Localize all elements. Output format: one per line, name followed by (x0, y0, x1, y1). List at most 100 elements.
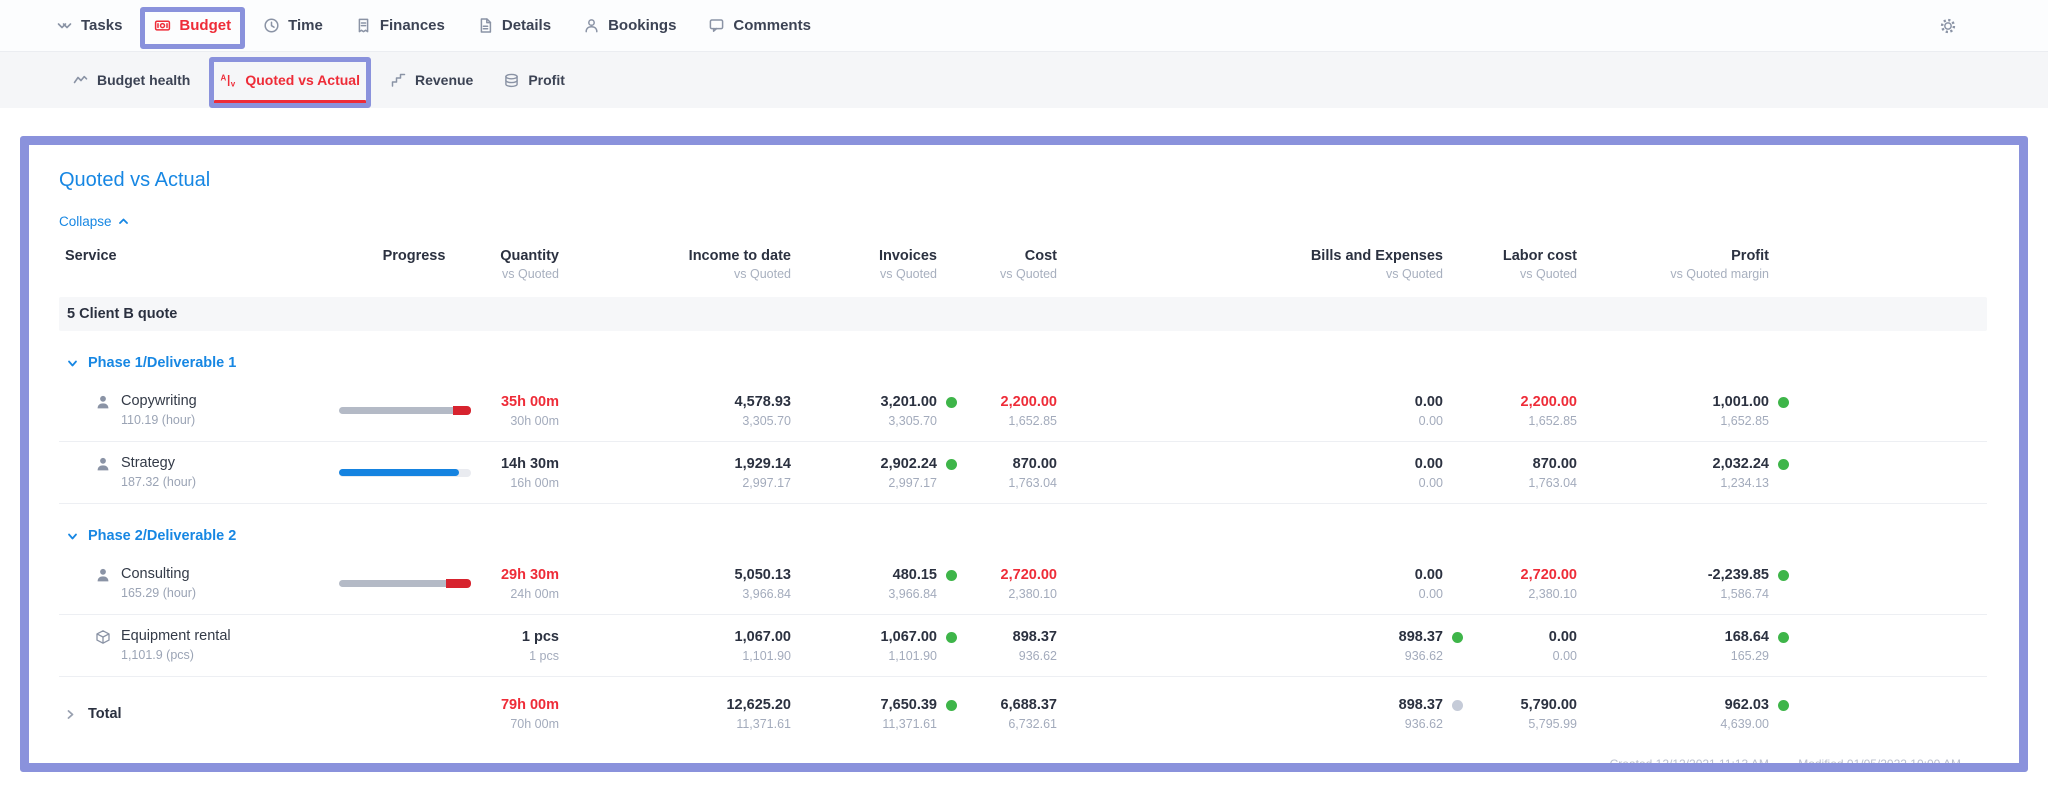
cell-profit: 168.64165.29 (1599, 627, 1791, 665)
top-navigation: Tasks Budget Time Finances Details Booki… (0, 0, 2048, 52)
cell-bills: 0.000.00 (1079, 392, 1465, 430)
service-name: Consulting (121, 565, 196, 584)
subtab-profit[interactable]: Profit (503, 72, 565, 89)
finances-receipt-icon (355, 17, 372, 34)
cell-quantity: 29h 30m24h 00m (489, 565, 581, 603)
chevron-down-icon (67, 531, 78, 542)
col-invoices: Invoices vs Quoted (813, 247, 959, 283)
tab-label: Finances (380, 17, 445, 34)
phase-row-1[interactable]: Phase 1/Deliverable 1 (59, 346, 1987, 380)
service-name: Equipment rental (121, 627, 231, 646)
table-header: Service Progress Quantity vs Quoted Inco… (59, 247, 1987, 293)
cell-bills: 898.37936.62 (1079, 695, 1465, 733)
tab-label: Tasks (81, 17, 122, 34)
status-dot-green (1778, 570, 1789, 581)
person-outline-icon (583, 17, 600, 34)
health-chart-icon (72, 72, 89, 89)
cell-labor: 0.000.00 (1465, 627, 1599, 665)
tab-label: Details (502, 17, 551, 34)
status-dot-green (946, 570, 957, 581)
status-dot-green (946, 459, 957, 470)
cell-profit: 2,032.241,234.13 (1599, 454, 1791, 492)
subtab-label: Budget health (97, 72, 190, 88)
progress-bar (339, 469, 471, 477)
tab-tasks[interactable]: Tasks (56, 17, 122, 34)
tab-finances[interactable]: Finances (355, 17, 445, 34)
budget-icon (154, 17, 171, 34)
phase-row-2[interactable]: Phase 2/Deliverable 2 (59, 519, 1987, 553)
subtab-quoted-vs-actual[interactable]: A v Quoted vs Actual (220, 72, 360, 89)
tab-budget[interactable]: Budget (154, 17, 231, 34)
status-dot-green (1452, 632, 1463, 643)
tab-comments[interactable]: Comments (708, 17, 811, 34)
svg-text:A: A (221, 73, 227, 82)
cell-cost: 2,200.001,652.85 (959, 392, 1079, 430)
total-row[interactable]: Total 79h 00m70h 00m 12,625.2011,371.61 … (59, 685, 1987, 743)
clock-icon (263, 17, 280, 34)
service-row-strategy[interactable]: Strategy 187.32 (hour) 14h 30m16h 00m 1,… (59, 442, 1987, 504)
progress-bar (339, 580, 471, 588)
tab-label: Time (288, 17, 323, 34)
annotation-box-main-panel: Quoted vs Actual Collapse Service Progre… (20, 136, 2028, 772)
cell-profit: 1,001.001,652.85 (1599, 392, 1791, 430)
subtab-revenue[interactable]: Revenue (390, 72, 473, 89)
col-progress: Progress (339, 247, 489, 283)
tab-label: Budget (179, 17, 231, 34)
tab-label: Bookings (608, 17, 676, 34)
cell-invoices: 2,902.242,997.17 (813, 454, 959, 492)
service-row-copywriting[interactable]: Copywriting 110.19 (hour) 35h 00m30h 00m… (59, 380, 1987, 442)
service-row-consulting[interactable]: Consulting 165.29 (hour) 29h 30m24h 00m … (59, 553, 1987, 615)
cell-invoices: 3,201.003,305.70 (813, 392, 959, 430)
chevron-down-icon (67, 358, 78, 369)
col-income-to-date: Income to date vs Quoted (581, 247, 813, 283)
cell-quantity: 1 pcs1 pcs (489, 627, 581, 665)
person-icon (95, 567, 111, 583)
document-icon (477, 17, 494, 34)
cell-labor: 2,200.001,652.85 (1465, 392, 1599, 430)
col-labor-cost: Labor cost vs Quoted (1465, 247, 1599, 283)
cell-invoices: 1,067.001,101.90 (813, 627, 959, 665)
cell-income: 12,625.2011,371.61 (581, 695, 813, 733)
status-dot-green (1778, 397, 1789, 408)
collapse-link[interactable]: Collapse (59, 214, 129, 229)
service-rate: 165.29 (hour) (121, 584, 196, 602)
subtab-label: Revenue (415, 72, 473, 88)
revenue-steps-icon (390, 72, 407, 89)
cell-bills: 898.37936.62 (1079, 627, 1465, 665)
status-dot-green (946, 397, 957, 408)
col-quantity: Quantity vs Quoted (489, 247, 581, 283)
col-bills-and-expenses: Bills and Expenses vs Quoted (1079, 247, 1465, 283)
subtab-label: Quoted vs Actual (245, 72, 360, 88)
person-icon (95, 456, 111, 472)
coins-icon (503, 72, 520, 89)
cell-income: 1,929.142,997.17 (581, 454, 813, 492)
cell-income: 1,067.001,101.90 (581, 627, 813, 665)
cell-invoices: 480.153,966.84 (813, 565, 959, 603)
quoted-vs-actual-panel: Quoted vs Actual Collapse Service Progre… (29, 145, 2019, 763)
cell-income: 5,050.133,966.84 (581, 565, 813, 603)
status-dot-green (1778, 459, 1789, 470)
status-dot-gray (1452, 700, 1463, 711)
cell-cost: 6,688.376,732.61 (959, 695, 1079, 733)
tab-details[interactable]: Details (477, 17, 551, 34)
status-dot-green (1778, 700, 1789, 711)
tab-bookings[interactable]: Bookings (583, 17, 676, 34)
col-service: Service (59, 247, 339, 283)
tab-label: Comments (733, 17, 811, 34)
cell-cost: 870.001,763.04 (959, 454, 1079, 492)
cell-labor: 5,790.005,795.99 (1465, 695, 1599, 733)
cell-profit: -2,239.851,586.74 (1599, 565, 1791, 603)
cell-bills: 0.000.00 (1079, 565, 1465, 603)
service-row-equipment-rental[interactable]: Equipment rental 1,101.9 (pcs) 1 pcs1 pc… (59, 615, 1987, 677)
subtab-budget-health[interactable]: Budget health (72, 72, 190, 89)
status-dot-green (946, 700, 957, 711)
settings-gear-icon[interactable] (1939, 17, 1957, 35)
status-dot-green (1778, 632, 1789, 643)
quoted-vs-actual-icon: A v (220, 72, 237, 89)
quote-group-row[interactable]: 5 Client B quote (59, 297, 1987, 331)
col-cost: Cost vs Quoted (959, 247, 1079, 283)
record-meta-text: Created 12/12/2021 11:13 AM Modified 01/… (1610, 757, 1961, 763)
tab-time[interactable]: Time (263, 17, 323, 34)
person-icon (95, 394, 111, 410)
active-subtab-underline (214, 100, 366, 104)
